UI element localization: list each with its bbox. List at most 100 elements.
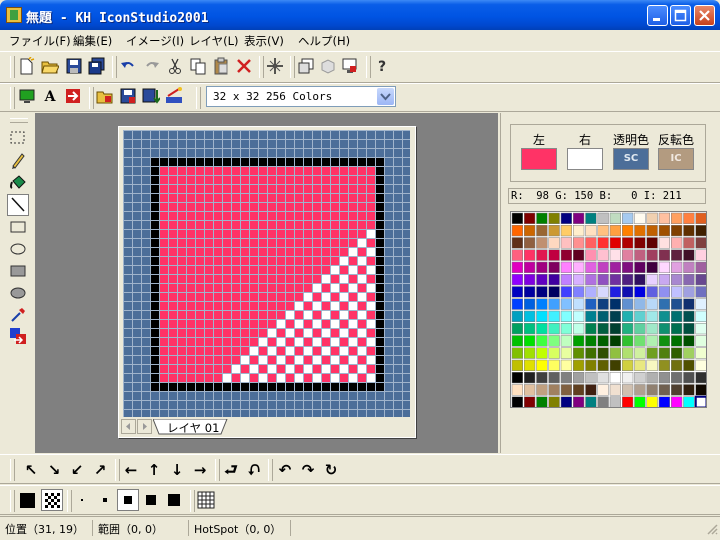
palette-swatch[interactable] <box>524 347 536 359</box>
paste-icon[interactable] <box>211 57 231 77</box>
palette-swatch[interactable] <box>658 359 670 371</box>
palette-swatch[interactable] <box>597 372 609 384</box>
palette-swatch[interactable] <box>695 310 707 322</box>
palette-swatch[interactable] <box>536 237 548 249</box>
palette-swatch[interactable] <box>511 249 523 261</box>
palette-swatch[interactable] <box>622 323 634 335</box>
palette-swatch[interactable] <box>634 372 646 384</box>
palette-swatch[interactable] <box>695 261 707 273</box>
palette-swatch[interactable] <box>560 261 572 273</box>
save-down-icon[interactable] <box>141 87 161 107</box>
toolbar-grip[interactable] <box>10 490 15 512</box>
resize-grip-icon[interactable] <box>706 523 718 535</box>
palette-swatch[interactable] <box>646 335 658 347</box>
palette-swatch[interactable] <box>573 310 585 322</box>
ellipse-icon[interactable] <box>9 240 27 258</box>
palette-swatch[interactable] <box>511 310 523 322</box>
palette-swatch[interactable] <box>585 298 597 310</box>
palette-swatch[interactable] <box>524 274 536 286</box>
palette-swatch[interactable] <box>634 249 646 261</box>
palette-swatch[interactable] <box>609 359 621 371</box>
palette-swatch[interactable] <box>511 274 523 286</box>
palette-swatch[interactable] <box>658 212 670 224</box>
line-icon[interactable] <box>7 194 29 216</box>
palette-swatch[interactable] <box>609 298 621 310</box>
palette-swatch[interactable] <box>548 261 560 273</box>
palette-swatch[interactable] <box>683 396 695 408</box>
palette-swatch[interactable] <box>560 212 572 224</box>
open-folder-icon[interactable] <box>40 57 60 77</box>
palette-swatch[interactable] <box>560 384 572 396</box>
palette-swatch[interactable] <box>524 249 536 261</box>
flip-horizontal-icon[interactable]: ⮐ <box>220 459 242 481</box>
palette-swatch[interactable] <box>695 359 707 371</box>
arrow-down-icon[interactable]: ↓ <box>166 459 188 481</box>
palette-swatch[interactable] <box>683 384 695 396</box>
palette-swatch[interactable] <box>585 212 597 224</box>
palette-swatch[interactable] <box>597 298 609 310</box>
palette-swatch[interactable] <box>573 261 585 273</box>
palette-swatch[interactable] <box>646 323 658 335</box>
palette-swatch[interactable] <box>560 335 572 347</box>
palette-swatch[interactable] <box>683 323 695 335</box>
chevron-down-icon[interactable] <box>377 88 394 105</box>
left-color-swatch[interactable] <box>521 148 557 170</box>
toolbar-grip[interactable] <box>10 56 15 78</box>
palette-swatch[interactable] <box>573 372 585 384</box>
palette-swatch[interactable] <box>695 372 707 384</box>
toolbar-grip[interactable] <box>10 87 15 109</box>
palette-swatch[interactable] <box>524 310 536 322</box>
tab-scroll-left-button[interactable] <box>121 419 136 434</box>
palette-swatch[interactable] <box>560 298 572 310</box>
maximize-button[interactable] <box>670 5 691 26</box>
palette-swatch[interactable] <box>560 237 572 249</box>
palette-swatch[interactable] <box>683 298 695 310</box>
palette-swatch[interactable] <box>695 335 707 347</box>
palette-swatch[interactable] <box>548 384 560 396</box>
palette-swatch[interactable] <box>671 359 683 371</box>
palette-swatch[interactable] <box>646 286 658 298</box>
palette-swatch[interactable] <box>658 237 670 249</box>
right-color-swatch[interactable] <box>567 148 603 170</box>
palette-swatch[interactable] <box>511 212 523 224</box>
palette-swatch[interactable] <box>634 310 646 322</box>
save-icon[interactable] <box>64 57 84 77</box>
pencil-icon[interactable] <box>9 151 27 169</box>
palette-swatch[interactable] <box>597 237 609 249</box>
palette-swatch[interactable] <box>597 347 609 359</box>
palette-swatch[interactable] <box>695 274 707 286</box>
palette-swatch[interactable] <box>609 249 621 261</box>
palette-swatch[interactable] <box>683 359 695 371</box>
palette-swatch[interactable] <box>597 335 609 347</box>
palette-swatch[interactable] <box>536 347 548 359</box>
palette-swatch[interactable] <box>683 347 695 359</box>
palette-swatch[interactable] <box>658 310 670 322</box>
palette-swatch[interactable] <box>671 274 683 286</box>
palette-swatch[interactable] <box>658 286 670 298</box>
palette-swatch[interactable] <box>560 286 572 298</box>
menu-image[interactable]: イメージ(I) <box>126 33 184 49</box>
palette-swatch[interactable] <box>634 347 646 359</box>
palette-swatch[interactable] <box>658 396 670 408</box>
palette-swatch[interactable] <box>536 286 548 298</box>
palette-swatch[interactable] <box>548 274 560 286</box>
tab-layer-01[interactable]: レイヤ 01 <box>167 420 219 436</box>
palette-swatch[interactable] <box>585 225 597 237</box>
replace-color-icon[interactable] <box>9 327 27 345</box>
palette-swatch[interactable] <box>536 372 548 384</box>
palette-swatch[interactable] <box>536 212 548 224</box>
palette-swatch[interactable] <box>573 347 585 359</box>
palette-swatch[interactable] <box>634 225 646 237</box>
palette-swatch[interactable] <box>622 372 634 384</box>
palette-swatch[interactable] <box>511 237 523 249</box>
menu-view[interactable]: 表示(V) <box>244 33 284 49</box>
palette-swatch[interactable] <box>658 347 670 359</box>
rotate-180-icon[interactable]: ↻ <box>320 459 342 481</box>
palette-swatch[interactable] <box>585 249 597 261</box>
palette-swatch[interactable] <box>573 225 585 237</box>
palette-swatch[interactable] <box>548 396 560 408</box>
palette-swatch[interactable] <box>511 323 523 335</box>
palette-swatch[interactable] <box>622 359 634 371</box>
selection-icon[interactable] <box>265 57 285 77</box>
palette-swatch[interactable] <box>597 359 609 371</box>
